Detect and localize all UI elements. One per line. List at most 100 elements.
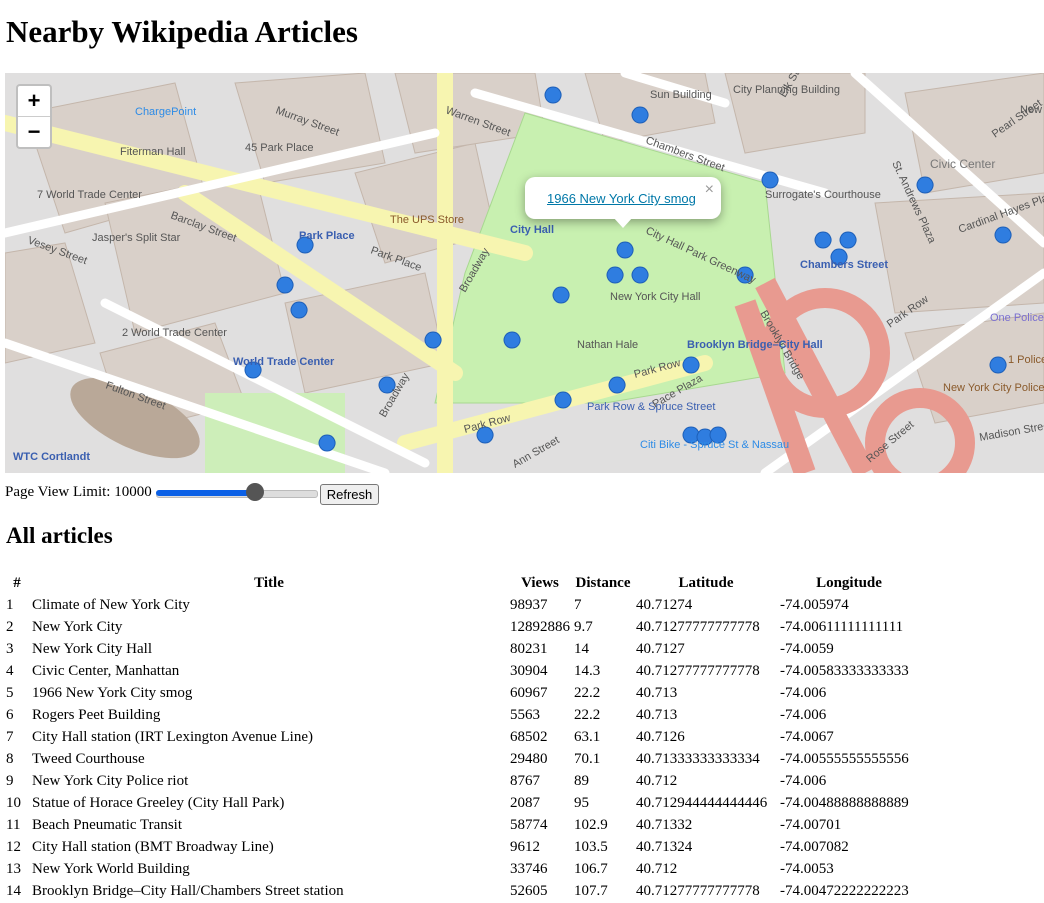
slider-thumb[interactable] bbox=[245, 482, 264, 501]
svg-text:2 World Trade Center: 2 World Trade Center bbox=[122, 327, 227, 339]
cell-longitude: -74.00555555555556 bbox=[780, 750, 909, 767]
cell-index: 13 bbox=[6, 860, 21, 877]
zoom-in-button[interactable]: + bbox=[18, 86, 50, 116]
cell-index: 12 bbox=[6, 838, 21, 855]
table-row: 4 Civic Center, Manhattan 30904 14.3 40.7127… bbox=[4, 660, 920, 682]
cell-title: Civic Center, Manhattan bbox=[32, 662, 180, 679]
svg-text:City Hall: City Hall bbox=[510, 224, 554, 236]
page-view-limit-label: Page View Limit: 10000 bbox=[5, 484, 152, 500]
col-header-views: Views bbox=[521, 574, 559, 591]
cell-index: 5 bbox=[6, 684, 14, 701]
cell-index: 10 bbox=[6, 794, 21, 811]
cell-latitude: 40.71277777777778 bbox=[636, 662, 760, 679]
cell-latitude: 40.71277777777778 bbox=[636, 618, 760, 635]
cell-distance: 63.1 bbox=[574, 728, 601, 745]
col-header-distance: Distance bbox=[575, 574, 631, 591]
svg-text:Brooklyn Bridge–City Hall: Brooklyn Bridge–City Hall bbox=[687, 339, 823, 351]
svg-text:Chambers Street: Chambers Street bbox=[800, 259, 888, 271]
cell-index: 11 bbox=[6, 816, 21, 833]
page-view-limit-slider[interactable] bbox=[155, 482, 318, 503]
popup-close-icon[interactable]: × bbox=[705, 181, 714, 199]
cell-title: City Hall station (BMT Broadway Line) bbox=[32, 838, 274, 855]
cell-longitude: -74.00701 bbox=[780, 816, 842, 833]
cell-longitude: -74.005974 bbox=[780, 596, 849, 613]
cell-views: 98937 bbox=[510, 596, 548, 613]
cell-latitude: 40.713 bbox=[636, 684, 678, 701]
cell-views: 52605 bbox=[510, 882, 548, 899]
cell-distance: 9.7 bbox=[574, 618, 593, 635]
cell-title: Brooklyn Bridge–City Hall/Chambers Stree… bbox=[32, 882, 344, 899]
cell-title: Statue of Horace Greeley (City Hall Park… bbox=[32, 794, 285, 811]
table-row: 11 Beach Pneumatic Transit 58774 102.9 40.71… bbox=[4, 814, 920, 836]
cell-latitude: 40.712 bbox=[636, 772, 678, 789]
cell-distance: 107.7 bbox=[574, 882, 608, 899]
cell-index: 2 bbox=[6, 618, 14, 635]
cell-longitude: -74.00611111111111 bbox=[780, 618, 904, 635]
svg-text:Civic Center: Civic Center bbox=[930, 157, 995, 171]
cell-latitude: 40.7127 bbox=[636, 640, 685, 657]
cell-title: New York City bbox=[32, 618, 123, 635]
cell-title: Beach Pneumatic Transit bbox=[32, 816, 182, 833]
slider-fill bbox=[155, 489, 255, 496]
col-header-index: # bbox=[13, 574, 21, 591]
table-row: 8 Tweed Courthouse 29480 70.1 40.71333333333… bbox=[4, 748, 920, 770]
table-row: 7 City Hall station (IRT Lexington Avenue… bbox=[4, 726, 920, 748]
map-tiles[interactable]: City Hall Park Place Park Row Broadway M… bbox=[5, 73, 1044, 473]
zoom-control: + − bbox=[16, 84, 52, 149]
svg-text:One Police Plaza Helipad: One Police Plaza Helipad bbox=[990, 312, 1044, 324]
cell-views: 68502 bbox=[510, 728, 548, 745]
table-row: 10 Statue of Horace Greeley (City Hall Pa… bbox=[4, 792, 920, 814]
cell-views: 60967 bbox=[510, 684, 548, 701]
controls-bar: Page View Limit: 10000 Refresh bbox=[5, 480, 380, 505]
cell-longitude: -74.0059 bbox=[780, 640, 834, 657]
cell-latitude: 40.71332 bbox=[636, 816, 693, 833]
col-header-title: Title bbox=[254, 574, 284, 591]
zoom-out-button[interactable]: − bbox=[18, 116, 50, 147]
svg-text:Park Place: Park Place bbox=[299, 230, 355, 242]
cell-index: 1 bbox=[6, 596, 14, 613]
svg-text:ChargePoint: ChargePoint bbox=[135, 106, 196, 118]
svg-text:7 World Trade Center: 7 World Trade Center bbox=[37, 189, 142, 201]
svg-text:Surrogate's Courthouse: Surrogate's Courthouse bbox=[765, 189, 881, 201]
cell-views: 58774 bbox=[510, 816, 548, 833]
svg-text:Sun Building: Sun Building bbox=[650, 89, 712, 101]
cell-index: 4 bbox=[6, 662, 14, 679]
cell-distance: 102.9 bbox=[574, 816, 608, 833]
cell-latitude: 40.712 bbox=[636, 860, 678, 877]
svg-text:WTC Cortlandt: WTC Cortlandt bbox=[13, 451, 90, 463]
svg-text:New York City Police Headquart: New York City Police Headquarters bbox=[943, 382, 1044, 394]
cell-distance: 14 bbox=[574, 640, 589, 657]
cell-longitude: -74.007082 bbox=[780, 838, 849, 855]
cell-views: 80231 bbox=[510, 640, 548, 657]
svg-text:New York City Hall: New York City Hall bbox=[610, 291, 700, 303]
articles-heading: All articles bbox=[6, 523, 113, 548]
cell-longitude: -74.006 bbox=[780, 706, 827, 723]
map[interactable]: City Hall Park Place Park Row Broadway M… bbox=[5, 73, 1044, 473]
refresh-button[interactable]: Refresh bbox=[319, 484, 380, 505]
cell-longitude: -74.00472222222223 bbox=[780, 882, 909, 899]
table-row: 14 Brooklyn Bridge–City Hall/Chambers Str… bbox=[4, 880, 920, 902]
cell-views: 33746 bbox=[510, 860, 548, 877]
table-header-row: # Title Views Distance Latitude Longitud… bbox=[4, 572, 920, 594]
cell-views: 9612 bbox=[510, 838, 540, 855]
col-header-longitude: Longitude bbox=[816, 574, 882, 591]
cell-views: 8767 bbox=[510, 772, 540, 789]
cell-longitude: -74.0067 bbox=[780, 728, 834, 745]
cell-longitude: -74.00583333333333 bbox=[780, 662, 909, 679]
cell-distance: 103.5 bbox=[574, 838, 608, 855]
cell-title: New York City Police riot bbox=[32, 772, 189, 789]
cell-latitude: 40.712944444444446 bbox=[636, 794, 768, 811]
cell-longitude: -74.00488888888889 bbox=[780, 794, 909, 811]
cell-latitude: 40.71277777777778 bbox=[636, 882, 760, 899]
cell-views: 12892886 bbox=[510, 618, 570, 635]
cell-distance: 7 bbox=[574, 596, 582, 613]
table-row: 3 New York City Hall 80231 14 40.7127 -74.005… bbox=[4, 638, 920, 660]
svg-text:Fiterman Hall: Fiterman Hall bbox=[120, 146, 185, 158]
cell-distance: 22.2 bbox=[574, 684, 601, 701]
svg-text:45 Park Place: 45 Park Place bbox=[245, 142, 313, 154]
cell-title: Tweed Courthouse bbox=[32, 750, 145, 767]
svg-text:Nathan Hale: Nathan Hale bbox=[577, 339, 638, 351]
cell-latitude: 40.71333333333334 bbox=[636, 750, 760, 767]
popup-link[interactable]: 1966 New York City smog bbox=[547, 191, 696, 206]
cell-longitude: -74.0053 bbox=[780, 860, 834, 877]
